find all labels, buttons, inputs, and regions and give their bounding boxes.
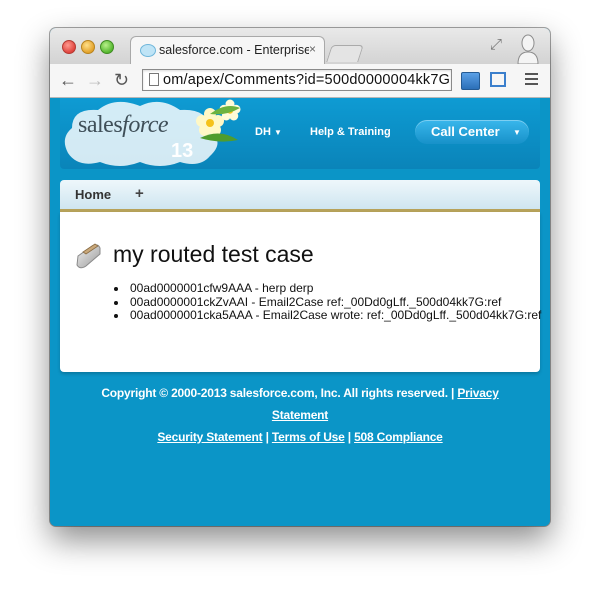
list-item: 00ad0000001cka5AAA - Email2Case wrote: r… (128, 308, 548, 323)
footer: Copyright © 2000-2013 salesforce.com, In… (101, 386, 499, 444)
minimize-window-button[interactable] (81, 40, 95, 54)
tab-home[interactable]: Home (75, 187, 111, 202)
main-content: my routed test case 00ad0000001cfw9AAA -… (60, 212, 541, 372)
list-item: 00ad0000001cfw9AAA - herp derp (128, 281, 548, 296)
copyright-text: Copyright © 2000-2013 salesforce.com, In… (101, 386, 448, 400)
release-number: 13 (171, 140, 194, 162)
cloud-favicon-icon (140, 44, 156, 57)
logo-wordmark: salesforce (78, 112, 169, 139)
page-icon (149, 73, 159, 86)
chevron-down-icon: ▼ (513, 128, 521, 137)
close-tab-icon[interactable]: × (309, 42, 316, 56)
browser-window: salesforce.com - Enterprise × ⤢ ← → ↻ om… (50, 28, 550, 526)
browser-toolbar: ← → ↻ om/apex/Comments?id=500d0000004kk7… (50, 64, 550, 98)
extension-icon[interactable] (461, 72, 480, 90)
back-arrow-icon[interactable]: ← (59, 70, 77, 90)
close-window-button[interactable] (62, 40, 76, 54)
security-statement-link[interactable]: Security Statement (157, 430, 262, 444)
screen-capture-icon[interactable] (490, 72, 506, 87)
reload-icon[interactable]: ↻ (114, 70, 129, 90)
profile-avatar-icon[interactable] (516, 32, 540, 64)
new-tab-button[interactable] (326, 45, 364, 62)
zoom-window-button[interactable] (100, 40, 114, 54)
url-text[interactable]: om/apex/Comments?id=500d0000004kk7G (163, 72, 449, 90)
case-briefcase-icon (76, 243, 101, 269)
title-bar: salesforce.com - Enterprise × ⤢ (50, 28, 550, 64)
help-training-link[interactable]: Help & Training (310, 126, 391, 138)
page-viewport: salesforce 13 DH ▼ Help & Training Call … (50, 98, 550, 526)
tab-title: salesforce.com - Enterprise (159, 43, 309, 57)
call-center-button[interactable]: Call Center ▼ (415, 120, 529, 144)
browser-tab[interactable]: salesforce.com - Enterprise × (130, 36, 325, 64)
list-item: 00ad0000001ckZvAAI - Email2Case ref:_00D… (128, 295, 548, 310)
chevron-down-icon: ▼ (273, 128, 282, 137)
hamburger-menu-icon[interactable] (525, 73, 538, 88)
user-menu-label: DH (255, 126, 271, 138)
salesforce-header: salesforce 13 DH ▼ Help & Training Call … (60, 98, 540, 169)
address-bar[interactable]: om/apex/Comments?id=500d0000004kk7G (142, 69, 452, 91)
user-menu[interactable]: DH ▼ (255, 126, 282, 138)
fullscreen-arrows-icon[interactable]: ⤢ (490, 36, 502, 53)
call-center-label: Call Center (431, 124, 500, 139)
terms-of-use-link[interactable]: Terms of Use (272, 430, 345, 444)
all-tabs-plus-icon[interactable]: + (135, 185, 144, 202)
508-compliance-link[interactable]: 508 Compliance (354, 430, 443, 444)
logo-force: force (122, 112, 169, 138)
logo-sales: sales (78, 112, 123, 138)
comments-list: 00ad0000001cfw9AAA - herp derp 00ad00000… (112, 281, 548, 323)
forward-arrow-icon[interactable]: → (86, 70, 104, 90)
page-title: my routed test case (113, 241, 314, 267)
tab-bar: Home + (60, 180, 540, 212)
